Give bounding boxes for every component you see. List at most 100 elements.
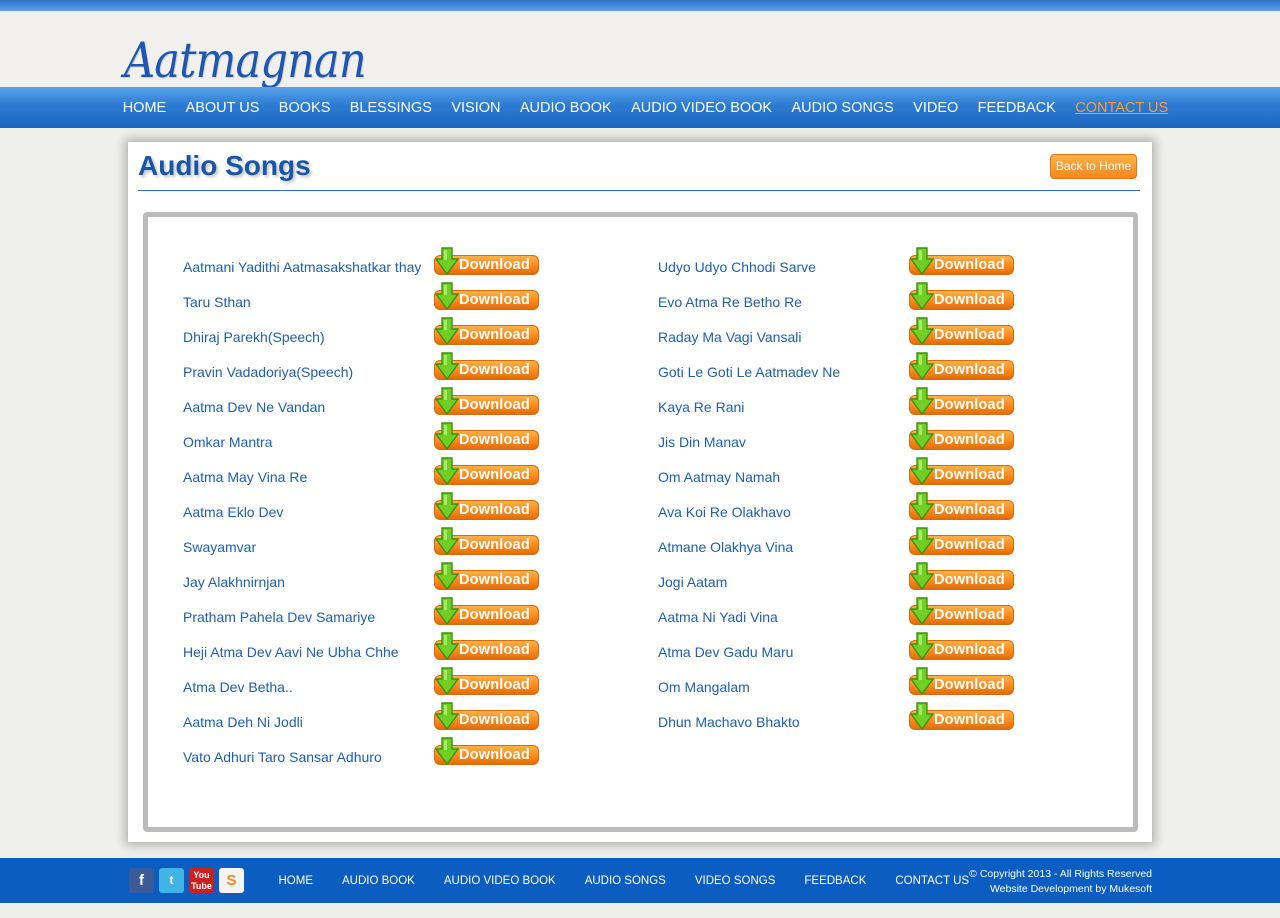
download-button[interactable]: Download (434, 702, 539, 732)
download-button[interactable]: Download (434, 527, 539, 557)
download-button[interactable]: Download (909, 562, 1014, 592)
download-button[interactable]: Download (909, 457, 1014, 487)
download-button[interactable]: Download (909, 667, 1014, 697)
download-button[interactable]: Download (434, 282, 539, 312)
down-arrow-icon (435, 492, 459, 520)
footer-nav-audio-songs[interactable]: AUDIO SONGS (570, 875, 680, 887)
download-label: Download (459, 397, 530, 413)
nav-item-audio-songs[interactable]: AUDIO SONGS (782, 100, 904, 116)
credit-text: Website Development by Mukesoft (989, 883, 1152, 895)
nav-item-audio-book[interactable]: AUDIO BOOK (510, 100, 621, 116)
nav-item-video[interactable]: VIDEO (903, 100, 968, 116)
twitter-icon[interactable]: t (159, 868, 184, 893)
song-title-link[interactable]: Aatma Deh Ni Jodli (183, 714, 303, 730)
download-button[interactable]: Download (434, 352, 539, 382)
back-to-home-button[interactable]: Back to Home (1050, 154, 1137, 179)
download-button[interactable]: Download (434, 632, 539, 662)
song-title-link[interactable]: Dhiraj Parekh(Speech) (183, 329, 325, 345)
download-button[interactable]: Download (909, 492, 1014, 522)
download-button[interactable]: Download (434, 457, 539, 487)
song-row: Aatma May Vina Re Download (183, 457, 623, 497)
download-button[interactable]: Download (909, 282, 1014, 312)
song-title-link[interactable]: Goti Le Goti Le Aatmadev Ne (658, 364, 840, 380)
song-title-link[interactable]: Swayamvar (183, 539, 256, 555)
song-row: Jay Alakhnirnjan Download (183, 562, 623, 602)
download-button[interactable]: Download (434, 492, 539, 522)
down-arrow-icon (910, 352, 934, 380)
down-arrow-icon (910, 632, 934, 660)
download-button[interactable]: Download (434, 667, 539, 697)
download-button[interactable]: Download (909, 597, 1014, 627)
song-title-link[interactable]: Aatma Dev Ne Vandan (183, 399, 325, 415)
nav-item-books[interactable]: BOOKS (269, 100, 340, 116)
song-title-link[interactable]: Ava Koi Re Olakhavo (658, 504, 791, 520)
song-title-link[interactable]: Aatma Ni Yadi Vina (658, 609, 778, 625)
download-button[interactable]: Download (909, 247, 1014, 277)
facebook-icon[interactable]: f (129, 868, 154, 893)
download-button[interactable]: Download (434, 317, 539, 347)
song-title-link[interactable]: Evo Atma Re Betho Re (658, 294, 802, 310)
song-row: Aatma Deh Ni Jodli Download (183, 702, 623, 742)
download-button[interactable]: Download (909, 352, 1014, 382)
song-title-link[interactable]: Kaya Re Rani (658, 399, 744, 415)
song-title-link[interactable]: Atma Dev Gadu Maru (658, 644, 793, 660)
download-button[interactable]: Download (434, 387, 539, 417)
song-title-link[interactable]: Aatma Eklo Dev (183, 504, 283, 520)
download-label: Download (459, 502, 530, 518)
download-button[interactable]: Download (909, 527, 1014, 557)
download-button[interactable]: Download (909, 632, 1014, 662)
download-button[interactable]: Download (434, 737, 539, 767)
youtube-icon[interactable]: You Tube (189, 868, 214, 893)
song-title-link[interactable]: Pravin Vadadoriya(Speech) (183, 364, 353, 380)
song-title-link[interactable]: Udyo Udyo Chhodi Sarve (658, 259, 816, 275)
nav-item-audio-video-book[interactable]: AUDIO VIDEO BOOK (621, 100, 781, 116)
song-title-link[interactable]: Raday Ma Vagi Vansali (658, 329, 801, 345)
song-row: Raday Ma Vagi Vansali Download (658, 317, 1098, 357)
song-title-link[interactable]: Om Mangalam (658, 679, 750, 695)
song-title-link[interactable]: Heji Atma Dev Aavi Ne Ubha Chhe (183, 644, 399, 660)
song-title-link[interactable]: Atma Dev Betha.. (183, 679, 293, 695)
footer-nav-feedback[interactable]: FEEDBACK (790, 875, 881, 887)
download-button[interactable]: Download (434, 247, 539, 277)
nav-item-contact-us[interactable]: CONTACT US (1066, 100, 1178, 116)
song-title-link[interactable]: Aatma May Vina Re (183, 469, 307, 485)
song-row: Atma Dev Gadu Maru Download (658, 632, 1098, 672)
song-title-link[interactable]: Om Aatmay Namah (658, 469, 780, 485)
nav-item-about-us[interactable]: ABOUT US (176, 100, 269, 116)
footer-nav-audio-book[interactable]: AUDIO BOOK (328, 875, 430, 887)
song-title-link[interactable]: Aatmani Yadithi Aatmasakshatkar thay (183, 259, 421, 275)
song-title-link[interactable]: Jogi Aatam (658, 574, 727, 590)
download-button[interactable]: Download (434, 597, 539, 627)
nav-item-feedback[interactable]: FEEDBACK (968, 100, 1066, 116)
footer-nav-contact-us[interactable]: CONTACT US (881, 875, 984, 887)
footer-nav-video-songs[interactable]: VIDEO SONGS (680, 875, 790, 887)
song-title-link[interactable]: Omkar Mantra (183, 434, 272, 450)
song-title-link[interactable]: Pratham Pahela Dev Samariye (183, 609, 375, 625)
song-title-link[interactable]: Atmane Olakhya Vina (658, 539, 793, 555)
download-label: Download (459, 292, 530, 308)
site-logo[interactable]: Aatmagnan (124, 32, 367, 89)
download-button[interactable]: Download (909, 702, 1014, 732)
song-title-link[interactable]: Jay Alakhnirnjan (183, 574, 285, 590)
footer-nav-audio-video-book[interactable]: AUDIO VIDEO BOOK (429, 875, 570, 887)
nav-item-vision[interactable]: VISION (442, 100, 511, 116)
download-label: Download (459, 467, 530, 483)
download-button[interactable]: Download (909, 387, 1014, 417)
song-title-link[interactable]: Taru Sthan (183, 294, 251, 310)
footer-nav-home[interactable]: HOME (264, 875, 328, 887)
download-label: Download (459, 712, 530, 728)
nav-item-home[interactable]: HOME (113, 100, 176, 116)
down-arrow-icon (435, 702, 459, 730)
download-button[interactable]: Download (909, 422, 1014, 452)
song-row: Heji Atma Dev Aavi Ne Ubha Chhe Download (183, 632, 623, 672)
song-title-link[interactable]: Jis Din Manav (658, 434, 746, 450)
stumbleupon-icon[interactable]: S (219, 868, 244, 893)
song-title-link[interactable]: Vato Adhuri Taro Sansar Adhuro (183, 749, 382, 765)
download-button[interactable]: Download (434, 422, 539, 452)
song-title-link[interactable]: Dhun Machavo Bhakto (658, 714, 800, 730)
download-button[interactable]: Download (434, 562, 539, 592)
nav-item-blessings[interactable]: BLESSINGS (340, 100, 442, 116)
download-button[interactable]: Download (909, 317, 1014, 347)
down-arrow-icon (435, 527, 459, 555)
copyright-text: © Copyright 2013 - All Rights Reserved (969, 868, 1152, 880)
